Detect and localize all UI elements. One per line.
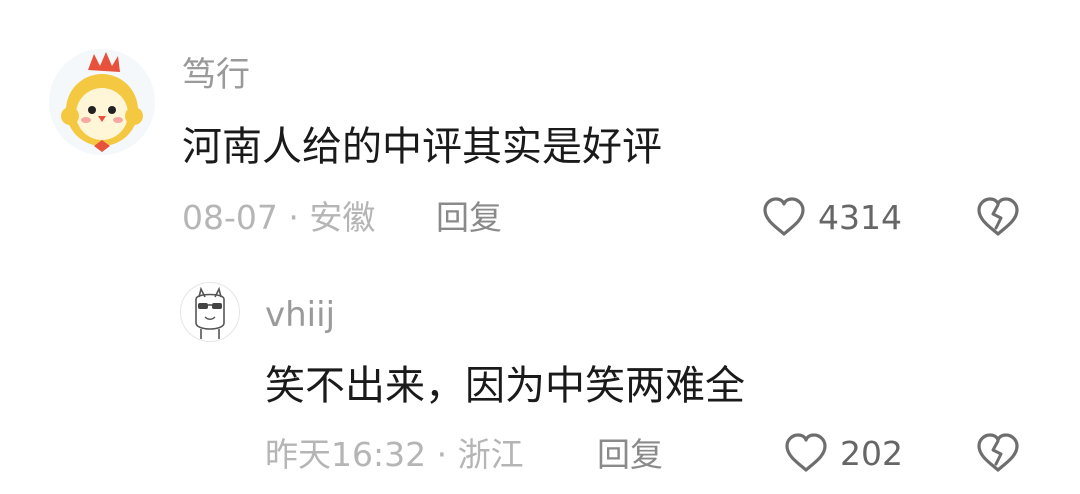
broken-heart-icon: [977, 433, 1019, 472]
chick-hat-avatar-icon: [49, 49, 155, 155]
reply-button[interactable]: 回复: [436, 201, 502, 234]
reply-text[interactable]: 笑不出来，因为中笑两难全: [265, 366, 745, 406]
comment-text[interactable]: 河南人给的中评其实是好评: [182, 127, 662, 167]
like-count: 4314: [818, 198, 902, 237]
avatar[interactable]: [48, 48, 156, 156]
reply-meta: 昨天16:32 · 浙江: [265, 438, 524, 471]
sketch-llama-avatar-icon: [182, 284, 238, 340]
comment-list: 笃行 河南人给的中评其实是好评 08-07 · 安徽 回复 4314 vhiij…: [0, 0, 1080, 494]
reply-username[interactable]: vhiij: [265, 298, 335, 332]
broken-heart-icon: [977, 197, 1019, 236]
reply-button[interactable]: 回复: [597, 438, 663, 471]
avatar[interactable]: [180, 282, 240, 342]
comment-item: 笃行 河南人给的中评其实是好评 08-07 · 安徽 回复 4314: [0, 0, 1080, 260]
dislike-button[interactable]: [974, 432, 1024, 476]
heart-outline-icon: [763, 197, 805, 236]
comment-meta: 08-07 · 安徽: [182, 201, 375, 234]
like-button[interactable]: 202: [784, 432, 914, 476]
like-count: 202: [840, 434, 903, 473]
reply-meta-separator: ·: [436, 435, 448, 474]
reply-date: 昨天16:32: [265, 435, 427, 474]
comment-username[interactable]: 笃行: [182, 58, 250, 92]
heart-outline-icon: [785, 433, 827, 472]
reply-item: vhiij 笑不出来，因为中笑两难全 昨天16:32 · 浙江 回复 202: [0, 260, 1080, 494]
comment-location: 安徽: [309, 198, 376, 237]
dislike-button[interactable]: [974, 196, 1024, 240]
comment-date: 08-07: [182, 198, 278, 237]
reply-location: 浙江: [457, 435, 524, 474]
like-button[interactable]: 4314: [762, 196, 912, 240]
comment-meta-separator: ·: [288, 198, 299, 237]
